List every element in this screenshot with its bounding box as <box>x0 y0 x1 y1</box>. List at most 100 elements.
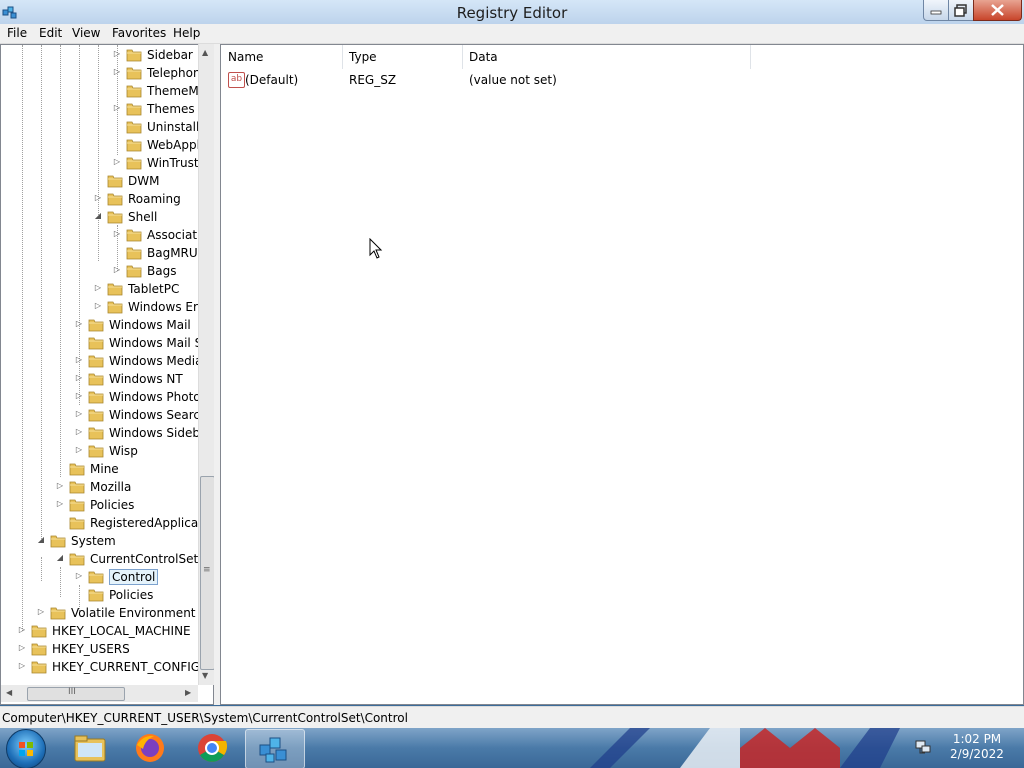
tree-item-label: Themes <box>147 102 195 116</box>
tree-item-associati[interactable]: ▷ Associati <box>1 226 200 244</box>
tree-item-system[interactable]: ◢ System <box>1 532 197 550</box>
tree-item-windows-photo[interactable]: ▷ Windows Photo <box>1 388 201 406</box>
tree-item-currentcontrolset[interactable]: ◢ CurrentControlSet <box>1 550 199 568</box>
tree-item-wintrust[interactable]: ▷ WinTrust <box>1 154 199 172</box>
expand-arrow-icon[interactable]: ▷ <box>94 302 102 310</box>
tree-item-label: Policies <box>90 498 135 512</box>
expand-arrow-icon[interactable]: ▷ <box>113 68 121 76</box>
tree-item-hkey-local-machine[interactable]: ▷ HKEY_LOCAL_MACHINE <box>1 622 197 640</box>
expand-arrow-icon[interactable]: ▷ <box>113 104 121 112</box>
expand-arrow-icon[interactable]: ▷ <box>75 392 83 400</box>
restore-button[interactable] <box>948 0 974 21</box>
menu-file[interactable]: File <box>7 26 27 40</box>
tree-scroll-thumb[interactable]: ≡ <box>200 476 215 670</box>
expand-arrow-icon[interactable]: ▷ <box>113 230 121 238</box>
expand-arrow-icon[interactable]: ▷ <box>75 446 83 454</box>
menu-help[interactable]: Help <box>173 26 200 40</box>
taskbar-firefox[interactable] <box>121 729 179 767</box>
scroll-up-icon[interactable]: ▲ <box>202 48 208 57</box>
tree-item-uninstall[interactable]: Uninstall <box>1 118 199 136</box>
taskbar-file-explorer[interactable] <box>60 729 118 767</box>
tree-item-registeredapplicatio[interactable]: RegisteredApplicatio <box>1 514 213 532</box>
tree-item-windows-search[interactable]: ▷ Windows Search <box>1 406 208 424</box>
column-separator[interactable] <box>750 45 751 69</box>
tree-item-label: CurrentControlSet <box>90 552 199 566</box>
taskbar-chrome[interactable] <box>183 729 241 767</box>
grip-icon: III <box>68 687 76 697</box>
menu-edit[interactable]: Edit <box>39 26 62 40</box>
expand-arrow-icon[interactable]: ▷ <box>75 410 83 418</box>
tree-item-themes[interactable]: ▷ Themes <box>1 100 197 118</box>
network-icon[interactable] <box>914 738 932 756</box>
tree-item-hkey-current-config[interactable]: ▷ HKEY_CURRENT_CONFIG <box>1 658 200 676</box>
column-header-type[interactable]: Type <box>342 45 462 69</box>
value-row[interactable]: ab (Default) REG_SZ (value not set) <box>225 71 1015 89</box>
expand-arrow-icon[interactable]: ▷ <box>94 284 102 292</box>
tree-item-windows-nt[interactable]: ▷ Windows NT <box>1 370 197 388</box>
expand-arrow-icon[interactable]: ▷ <box>75 572 83 580</box>
tree-item-dwm[interactable]: DWM <box>1 172 197 190</box>
tree-item-policies[interactable]: Policies <box>1 586 197 604</box>
tree-item-mine[interactable]: Mine <box>1 460 197 478</box>
tree-item-hkey-users[interactable]: ▷ HKEY_USERS <box>1 640 197 658</box>
column-header-name[interactable]: Name <box>221 45 341 69</box>
column-header-data[interactable]: Data <box>462 45 750 69</box>
tree-item-label: Windows Mail <box>109 318 191 332</box>
expand-arrow-icon[interactable]: ▷ <box>18 626 26 634</box>
tree-hscroll-thumb[interactable]: III <box>27 687 125 701</box>
tree-item-mozilla[interactable]: ▷ Mozilla <box>1 478 197 496</box>
tree-item-telephon[interactable]: ▷ Telephon <box>1 64 201 82</box>
value-name: (Default) <box>245 73 299 87</box>
menu-bar: File Edit View Favorites Help <box>0 24 1024 44</box>
tree-item-label: Windows Mail Se <box>109 336 210 350</box>
values-list[interactable]: Name Type Data ab (Default) REG_SZ (valu… <box>220 44 1024 705</box>
tree-vertical-scrollbar[interactable]: ▲ ≡ ▼ <box>198 44 215 685</box>
expand-arrow-icon[interactable]: ▷ <box>113 266 121 274</box>
tree-item-webappl[interactable]: WebAppl <box>1 136 200 154</box>
expand-arrow-icon[interactable]: ▷ <box>56 482 64 490</box>
expand-arrow-icon[interactable]: ▷ <box>75 320 83 328</box>
taskbar-registry-editor[interactable] <box>245 729 305 768</box>
close-button[interactable] <box>973 0 1022 21</box>
tree-item-windows-mail[interactable]: ▷ Windows Mail <box>1 316 197 334</box>
tree-item-volatile-environment[interactable]: ▷ Volatile Environment <box>1 604 197 622</box>
expand-arrow-icon[interactable]: ▷ <box>37 608 45 616</box>
tree-item-control[interactable]: ▷ Control <box>1 568 197 586</box>
expand-arrow-icon[interactable]: ▷ <box>18 662 26 670</box>
tree-item-policies[interactable]: ▷ Policies <box>1 496 197 514</box>
tree-item-windows-sideba[interactable]: ▷ Windows Sideba <box>1 424 207 442</box>
collapse-arrow-icon[interactable]: ◢ <box>56 554 64 562</box>
tree-item-tabletpc[interactable]: ▷ TabletPC <box>1 280 197 298</box>
expand-arrow-icon[interactable]: ▷ <box>94 194 102 202</box>
expand-arrow-icon[interactable]: ▷ <box>75 374 83 382</box>
expand-arrow-icon[interactable]: ▷ <box>56 500 64 508</box>
tree-item-themem[interactable]: ThemeM <box>1 82 199 100</box>
tree-item-roaming[interactable]: ▷ Roaming <box>1 190 197 208</box>
scroll-right-icon[interactable]: ▶ <box>185 688 191 697</box>
tree-item-bagmru[interactable]: BagMRU <box>1 244 198 262</box>
tree-item-windows-err[interactable]: ▷ Windows Err <box>1 298 203 316</box>
expand-arrow-icon[interactable]: ▷ <box>75 428 83 436</box>
menu-favorites[interactable]: Favorites <box>112 26 166 40</box>
tree-item-windows-mail-se[interactable]: Windows Mail Se <box>1 334 210 352</box>
minimize-button[interactable] <box>923 0 949 21</box>
scroll-down-icon[interactable]: ▼ <box>202 671 208 680</box>
folder-icon <box>88 335 104 351</box>
collapse-arrow-icon[interactable]: ◢ <box>94 212 102 220</box>
expand-arrow-icon[interactable]: ▷ <box>18 644 26 652</box>
tree-item-sidebar[interactable]: ▷ Sidebar <box>1 46 197 64</box>
tree-horizontal-scrollbar[interactable]: ◀ III ▶ <box>1 685 198 702</box>
menu-view[interactable]: View <box>72 26 100 40</box>
tree-item-bags[interactable]: ▷ Bags <box>1 262 197 280</box>
expand-arrow-icon[interactable]: ▷ <box>113 158 121 166</box>
tree-item-wisp[interactable]: ▷ Wisp <box>1 442 197 460</box>
registry-tree[interactable]: ▷ Sidebar ▷ Telephon ThemeM ▷ Themes Uninstall W… <box>0 44 214 705</box>
scroll-left-icon[interactable]: ◀ <box>6 688 12 697</box>
expand-arrow-icon[interactable]: ▷ <box>75 356 83 364</box>
expand-arrow-icon[interactable]: ▷ <box>113 50 121 58</box>
system-clock[interactable]: 1:02 PM 2/9/2022 <box>938 732 1016 762</box>
collapse-arrow-icon[interactable]: ◢ <box>37 536 45 544</box>
tree-item-windows-media[interactable]: ▷ Windows Media <box>1 352 203 370</box>
tree-item-shell[interactable]: ◢ Shell <box>1 208 197 226</box>
start-button[interactable] <box>6 729 46 768</box>
